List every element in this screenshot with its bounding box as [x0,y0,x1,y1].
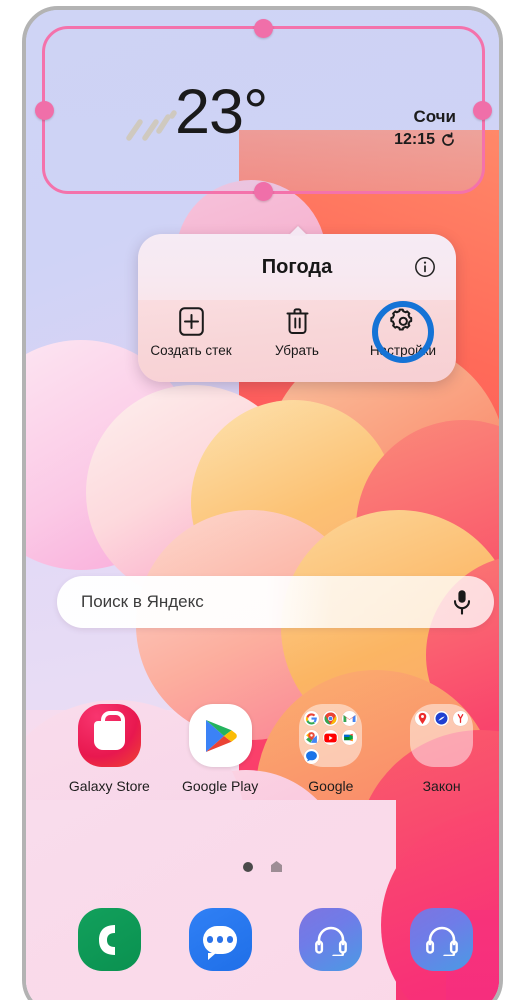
app-label: Google Play [181,778,259,794]
mini-icon-gmail [342,711,358,726]
plus-square-icon [178,306,204,336]
trash-icon [286,308,308,334]
folder-icon [410,704,474,767]
mini-icon-yandex [453,711,469,726]
google-play-icon [188,704,252,767]
widget-options-popup: Погода Создать стек Убрать Настройки [138,234,456,382]
mini-icon-messages [304,749,320,764]
folder-zakon[interactable]: Закон [392,704,492,794]
phone-icon [77,908,141,971]
popup-actions: Создать стек Убрать Настройки [138,300,456,382]
mini-icon-maps [304,730,320,745]
app-label: Закон [422,778,461,794]
resize-handle-bottom[interactable] [254,182,273,201]
popup-header: Погода [138,234,456,300]
popup-action-label: Убрать [275,343,319,358]
refresh-icon[interactable] [440,132,456,148]
popup-action-create-stack[interactable]: Создать стек [139,306,243,358]
app-google-play[interactable]: Google Play [170,704,270,794]
info-circle-icon[interactable] [414,256,436,278]
galaxy-store-icon [77,704,141,767]
headset-icon [410,908,474,971]
dock-item-phone[interactable] [59,908,159,971]
weather-temperature: 23° [175,77,268,147]
folder-google[interactable]: Google [281,704,381,794]
app-label: Google [308,778,354,794]
app-galaxy-store[interactable]: Galaxy Store [59,704,159,794]
weather-widget[interactable]: 23° Сочи 12:15 [35,19,492,201]
popup-action-settings[interactable]: Настройки [351,301,455,363]
popup-action-remove[interactable]: Убрать [245,306,349,358]
popup-caret [289,226,307,235]
weather-city: Сочи [413,107,456,126]
popup-action-label: Создать стек [150,343,232,358]
screenshot-root: 23° Сочи 12:15 Погода Создать стек Убрат… [0,0,525,1000]
dock [54,908,497,971]
drizzle-rain-icon [126,110,177,141]
mini-icon-meet [342,730,358,745]
page-indicator[interactable] [26,861,499,872]
folder-icon [299,704,363,767]
mini-icon-map-marker [415,711,431,726]
dock-item-support-2[interactable] [392,908,492,971]
mini-icon-chrome [323,711,339,726]
popup-title: Погода [261,255,333,278]
search-bar[interactable]: Поиск в Яндекс [57,576,494,628]
home-page-marker-icon[interactable] [271,861,282,872]
message-icon [188,908,252,971]
dock-item-messages[interactable] [170,908,270,971]
mini-icon-browser [434,711,450,726]
page-dot-active[interactable] [243,861,253,872]
phone-frame: 23° Сочи 12:15 Погода Создать стек Убрат… [22,6,503,1000]
app-grid-row: Galaxy Store Google Play Google Закон [54,704,497,794]
resize-handle-top[interactable] [254,19,273,38]
headset-icon [299,908,363,971]
microphone-icon[interactable] [452,589,472,615]
weather-time: 12:15 [394,131,435,148]
resize-handle-left[interactable] [35,100,54,120]
tap-highlight-ring [372,301,434,363]
app-label: Galaxy Store [68,778,150,794]
mini-icon-youtube [323,730,339,745]
mini-icon-google [304,711,320,726]
search-placeholder: Поиск в Яндекс [81,592,204,611]
dock-item-support-1[interactable] [281,908,381,971]
resize-handle-right[interactable] [473,100,492,120]
